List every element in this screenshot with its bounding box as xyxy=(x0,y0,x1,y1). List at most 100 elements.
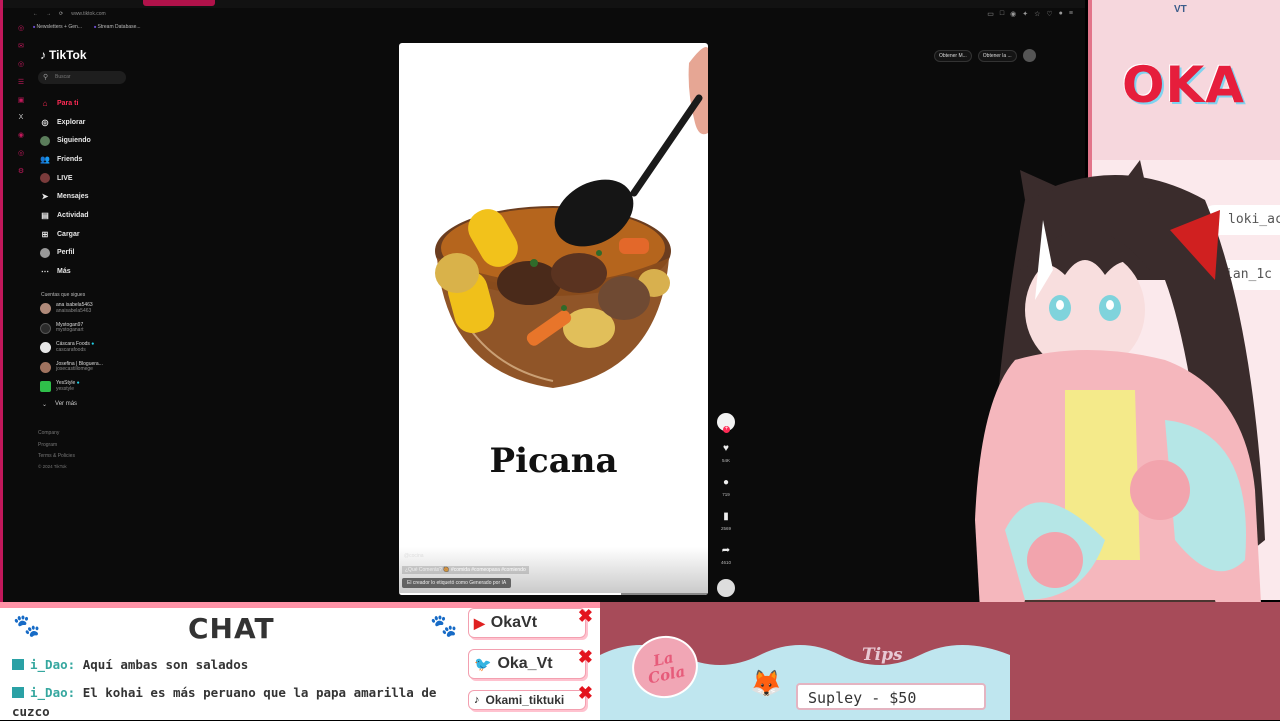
music-disc-icon[interactable] xyxy=(717,579,735,597)
nav-item-live[interactable]: LIVE xyxy=(40,169,91,188)
avatar xyxy=(40,381,51,392)
tab-icon[interactable]: □ xyxy=(1000,10,1004,18)
twitch-icon xyxy=(12,659,24,670)
side-icon[interactable]: ◎ xyxy=(18,24,24,32)
avatar xyxy=(40,342,51,353)
comment-count: 719 xyxy=(722,492,730,497)
cast-icon[interactable]: ▭ xyxy=(987,10,994,18)
video-caption: ¿Qué Comerás? 🥘 #comida #comeopasa #comi… xyxy=(402,566,529,574)
bow-icon: ✖ xyxy=(577,606,593,626)
ai-generated-label: El creador lo etiquetó como Generado por… xyxy=(402,578,512,588)
nav-item-siguiendo[interactable]: Siguiendo xyxy=(40,131,91,150)
following-account[interactable]: YesStyle ● yesstyle xyxy=(40,380,125,401)
nav-item-mensajes[interactable]: ➤ Mensajes xyxy=(40,187,91,206)
send-icon: ➤ xyxy=(41,192,49,202)
following-account[interactable]: Mystogan97 mystoganart xyxy=(40,322,125,343)
address-bar[interactable]: ← → ⟳ www.tiktok.com xyxy=(33,9,106,19)
footer-link[interactable]: Company xyxy=(38,428,75,440)
tiktok-footer: Company Program Terms & Policies © 2024 … xyxy=(38,428,75,471)
heart-icon[interactable]: ♡ xyxy=(1046,10,1052,18)
nav-item-perfil[interactable]: Perfil xyxy=(40,244,91,263)
video-progress-bar[interactable] xyxy=(399,593,708,595)
get-desktop-button[interactable]: Obtener la ... xyxy=(977,49,1017,62)
side-icon[interactable]: ◎ xyxy=(18,149,24,157)
nav-item-explorar[interactable]: ◎ Explorar xyxy=(40,113,91,132)
share-icon[interactable]: ➦ xyxy=(722,545,730,557)
save-count: 2569 xyxy=(720,526,731,531)
verified-icon: ● xyxy=(76,380,80,386)
following-account[interactable]: ana isabela5463 anaisabela5463 xyxy=(40,302,125,323)
bow-icon: ✖ xyxy=(577,683,593,703)
bookmark-item[interactable]: Stream Database... xyxy=(94,24,141,30)
side-icon[interactable]: ✉ xyxy=(18,42,24,50)
upload-icon: ⊞ xyxy=(41,229,49,239)
side-icon[interactable]: ◎ xyxy=(18,60,24,68)
bookmark-star-icon[interactable]: ☆ xyxy=(1034,10,1040,18)
avatar[interactable] xyxy=(1022,49,1036,62)
paw-icon: 🐾 xyxy=(13,613,41,638)
reload-icon[interactable]: ⟳ xyxy=(59,11,63,17)
nav-item-cargar[interactable]: ⊞ Cargar xyxy=(40,225,91,244)
nav-item-actividad[interactable]: ▤ Actividad xyxy=(40,206,91,225)
twitch-icon xyxy=(12,687,24,698)
profile-icon[interactable]: ● xyxy=(1059,10,1063,18)
active-tab[interactable] xyxy=(143,0,215,6)
chat-message: i_Dao: El kohai es más peruano que la pa… xyxy=(12,685,437,719)
stream-logo: OKA xyxy=(1122,56,1245,114)
see-more-link[interactable]: ⌄ Ver más xyxy=(42,401,77,408)
profile-avatar-icon xyxy=(40,247,50,258)
back-icon[interactable]: ← xyxy=(33,11,38,17)
side-icon[interactable]: ☰ xyxy=(18,78,24,86)
side-icon[interactable]: ⚙ xyxy=(18,167,24,175)
search-icon: ⚲ xyxy=(43,74,49,81)
social-tiktok: ♪ Okami_tiktuki ✖ xyxy=(468,683,593,710)
x-icon[interactable]: X xyxy=(19,114,24,121)
friends-icon: 👥 xyxy=(40,154,50,164)
more-icon: ⋯ xyxy=(41,267,49,277)
get-app-button[interactable]: Obtener M... xyxy=(934,49,972,62)
nav-item-friends[interactable]: 👥 Friends xyxy=(40,150,91,169)
twitter-icon: 🐦 xyxy=(474,655,492,672)
browser-toolbar: ▭ □ ◉ ✦ ☆ ♡ ● ≡ xyxy=(987,10,1073,18)
social-youtube: ▶ OkaVt ✖ xyxy=(468,606,593,638)
fox-mascot-icon: 🦊 xyxy=(750,668,783,698)
following-account[interactable]: Josefina | Bloguera... josecastillomege xyxy=(40,361,125,382)
menu-icon[interactable]: ≡ xyxy=(1069,10,1073,18)
share-count: 4610 xyxy=(720,560,731,565)
footer-link[interactable]: Program xyxy=(38,440,75,452)
compass-icon: ◎ xyxy=(41,117,49,127)
bookmark-item[interactable]: Newsletters + Gen... xyxy=(33,24,82,30)
url-text[interactable]: www.tiktok.com xyxy=(71,11,105,17)
tiktok-icon: ♪ xyxy=(474,694,480,706)
verified-icon: ● xyxy=(91,341,95,347)
twitch-icon[interactable]: ▣ xyxy=(18,96,25,104)
copyright: © 2024 TikTok xyxy=(38,463,67,469)
search-input[interactable]: ⚲ Buscar xyxy=(38,71,126,84)
following-avatar-icon xyxy=(40,135,50,146)
paw-icon: 🐾 xyxy=(430,613,458,638)
extension-icon[interactable]: ✦ xyxy=(1022,10,1028,18)
bookmark-icon[interactable]: ▮ xyxy=(723,511,729,523)
side-icon[interactable]: ◉ xyxy=(18,131,24,139)
like-icon[interactable]: ♥ xyxy=(723,443,729,455)
home-icon: ⌂ xyxy=(42,98,48,108)
stew-image xyxy=(435,47,708,388)
comment-icon[interactable]: ● xyxy=(723,477,729,489)
avatar xyxy=(40,303,51,314)
footer-link[interactable]: Terms & Policies xyxy=(38,451,75,463)
following-account[interactable]: Cáscara Foods ● cascarafoods xyxy=(40,341,125,362)
tiktok-logo[interactable]: ♪ TikTok xyxy=(40,48,87,62)
chevron-down-icon: ⌄ xyxy=(42,402,48,408)
video-player[interactable]: Picana @cocina ¿Qué Comerás? 🥘 #comida #… xyxy=(399,43,708,595)
hashtags[interactable]: #comida #comeopasa #comiendo xyxy=(451,567,526,573)
nav-item-mas[interactable]: ⋯ Más xyxy=(40,262,91,281)
chat-title: CHAT xyxy=(188,612,275,645)
tiktok-note-icon: ♪ xyxy=(40,48,46,62)
forward-icon[interactable]: → xyxy=(46,11,51,17)
video-author[interactable]: @cocina xyxy=(404,553,424,559)
nav-item-para-ti[interactable]: ⌂ Para ti xyxy=(40,94,91,113)
creator-avatar[interactable] xyxy=(717,413,735,433)
browser-side-panel: ◎ ✉ ◎ ☰ ▣ X ◉ ◎ ⚙ xyxy=(14,24,28,584)
camera-icon[interactable]: ◉ xyxy=(1010,10,1016,18)
following-section-title: Cuentas que sigues xyxy=(41,292,86,298)
